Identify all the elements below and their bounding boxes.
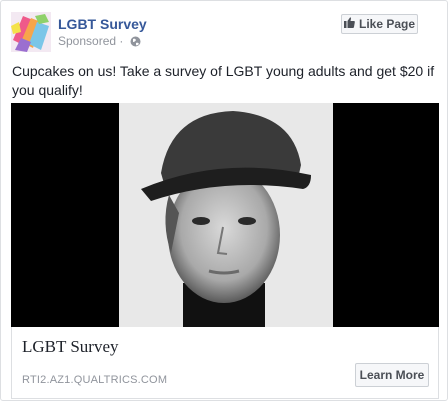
link-title[interactable]: LGBT Survey bbox=[22, 337, 119, 357]
learn-more-button[interactable]: Learn More bbox=[355, 363, 429, 387]
sponsored-label[interactable]: Sponsored bbox=[58, 34, 116, 48]
link-preview[interactable]: LGBT Survey RTI2.AZ1.QUALTRICS.COM Learn… bbox=[11, 327, 439, 399]
like-page-label: Like Page bbox=[358, 17, 416, 31]
post-text: Cupcakes on us! Take a survey of LGBT yo… bbox=[12, 63, 435, 98]
sponsored-post-card: LGBT Survey Sponsored · Like Page Cupcak… bbox=[0, 0, 448, 401]
thumbs-up-icon bbox=[343, 17, 355, 31]
ad-image[interactable] bbox=[11, 103, 439, 327]
sponsored-row: Sponsored · bbox=[58, 34, 141, 48]
globe-icon[interactable] bbox=[130, 36, 141, 47]
rainbow-logo-image bbox=[11, 12, 51, 52]
link-domain: RTI2.AZ1.QUALTRICS.COM bbox=[22, 374, 168, 386]
page-name-link[interactable]: LGBT Survey bbox=[58, 16, 147, 32]
portrait-photo bbox=[11, 103, 439, 327]
like-page-button[interactable]: Like Page bbox=[341, 14, 418, 34]
separator-dot: · bbox=[116, 34, 127, 48]
page-avatar[interactable] bbox=[11, 12, 51, 52]
